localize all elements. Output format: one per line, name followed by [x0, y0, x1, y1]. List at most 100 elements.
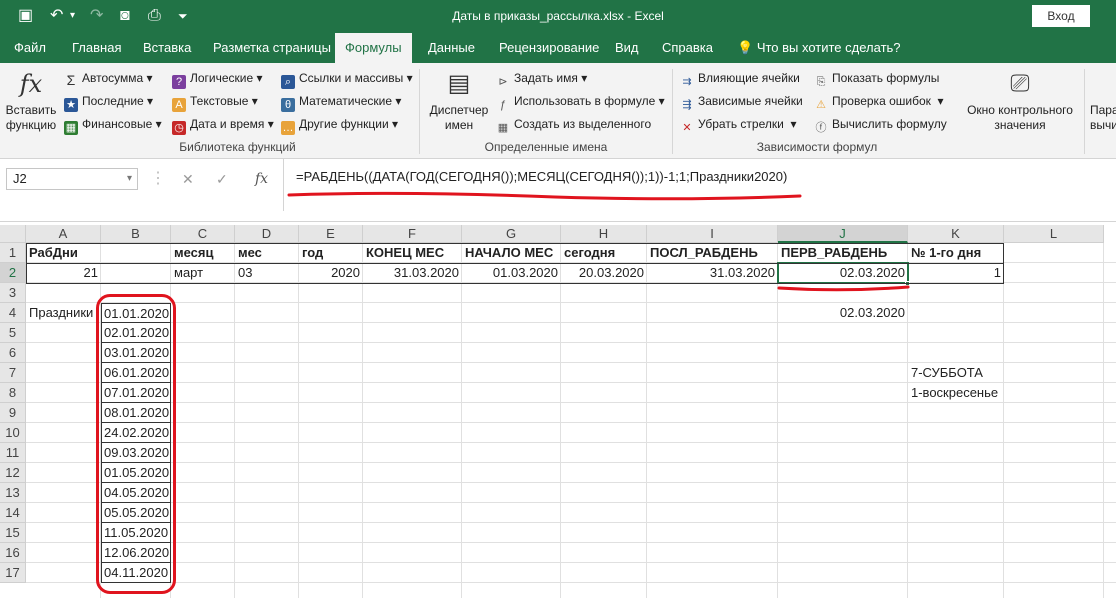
define-name-label: Задать имя	[514, 71, 578, 85]
tab-data[interactable]: Данные	[418, 33, 485, 63]
logical-label: Логические	[190, 71, 254, 85]
text-label: Текстовые	[190, 94, 249, 108]
row-header-11[interactable]: 11	[0, 443, 26, 463]
column-header-G[interactable]: G	[462, 225, 561, 243]
row-header-6[interactable]: 6	[0, 343, 26, 363]
tab-formulas[interactable]: Формулы	[335, 33, 412, 63]
tell-me-box[interactable]: 💡 Что вы хотите сделать?	[727, 33, 911, 63]
row-header-7[interactable]: 7	[0, 363, 26, 383]
lookup-label: Ссылки и массивы	[299, 71, 404, 85]
logical-button[interactable]: ? Логические ▾	[172, 68, 263, 89]
ribbon-tabs: Файл Главная Вставка Разметка страницы Ф…	[0, 33, 1116, 63]
column-header-B[interactable]: B	[101, 225, 171, 243]
error-checking-label: Проверка ошибок	[832, 94, 931, 108]
column-header-E[interactable]: E	[299, 225, 363, 243]
row-header-16[interactable]: 16	[0, 543, 26, 563]
cell-K7[interactable]: 7-СУББОТА	[908, 363, 986, 383]
define-name-button[interactable]: ⊳ Задать имя ▾	[496, 68, 587, 88]
financial-label: Финансовые	[82, 117, 153, 131]
column-header-A[interactable]: A	[26, 225, 101, 243]
row-header-17[interactable]: 17	[0, 563, 26, 583]
cell-J4[interactable]: 02.03.2020	[778, 303, 908, 323]
row-header-3[interactable]: 3	[0, 283, 26, 303]
row-header-2[interactable]: 2	[0, 263, 26, 283]
other-functions-button[interactable]: … Другие функции ▾	[281, 114, 398, 135]
financial-icon: ▦	[64, 121, 78, 135]
error-checking-button[interactable]: ⚠ Проверка ошибок ▾	[814, 91, 944, 111]
watch-window-button[interactable]: ⎚ Окно контрольного значения	[962, 69, 1078, 133]
name-manager-label-1: Диспетчер	[429, 103, 489, 117]
name-manager-button[interactable]: ▤ Диспетчер имен	[424, 69, 494, 133]
gridline-horizontal	[26, 422, 1116, 423]
gridline-horizontal	[26, 442, 1116, 443]
cancel-icon[interactable]: ✕	[182, 168, 194, 190]
row-header-15[interactable]: 15	[0, 523, 26, 543]
datetime-button[interactable]: ◷ Дата и время ▾	[172, 114, 274, 135]
row-header-10[interactable]: 10	[0, 423, 26, 443]
name-manager-icon: ▤	[447, 70, 471, 97]
row-header-4[interactable]: 4	[0, 303, 26, 323]
trace-precedents-button[interactable]: ⇉ Влияющие ячейки	[680, 68, 799, 88]
tab-home[interactable]: Главная	[62, 33, 131, 63]
create-from-selection-button[interactable]: ▦ Создать из выделенного	[496, 114, 651, 134]
column-header-C[interactable]: C	[171, 225, 235, 243]
autosum-button[interactable]: Σ Автосумма ▾	[64, 68, 153, 88]
worksheet-grid: ABCDEFGHIJKL 1 2 3 4 5 6 7 8 9 10 11 12 13 14 15 16 17 Р…	[0, 225, 1116, 598]
recent-button[interactable]: ★ Последние ▾	[64, 91, 153, 112]
column-header-J[interactable]: J	[778, 225, 908, 243]
gridline-horizontal	[26, 542, 1116, 543]
cell-K8[interactable]: 1-воскресенье	[908, 383, 1001, 403]
row-header-8[interactable]: 8	[0, 383, 26, 403]
column-header-I[interactable]: I	[647, 225, 778, 243]
row-header-5[interactable]: 5	[0, 323, 26, 343]
name-box-dropdown-icon[interactable]: ▾	[127, 169, 132, 189]
enter-icon[interactable]: ✓	[216, 168, 228, 190]
evaluate-formula-button[interactable]: ⓕ Вычислить формулу	[814, 114, 947, 134]
gridline-vertical	[777, 243, 778, 598]
tell-me-label: Что вы хотите сделать?	[756, 40, 901, 55]
tab-insert[interactable]: Вставка	[133, 33, 201, 63]
row-header-12[interactable]: 12	[0, 463, 26, 483]
financial-button[interactable]: ▦ Финансовые ▾	[64, 114, 162, 135]
autosum-label: Автосумма	[82, 71, 144, 85]
row-header-13[interactable]: 13	[0, 483, 26, 503]
warning-icon: ⚠	[816, 99, 826, 111]
row-header-14[interactable]: 14	[0, 503, 26, 523]
name-box[interactable]: J2 ▾	[6, 168, 138, 190]
insert-function-icon[interactable]: fx	[255, 168, 268, 190]
select-all-corner[interactable]	[0, 225, 26, 243]
gridline-horizontal	[26, 482, 1116, 483]
tab-page-layout[interactable]: Разметка страницы	[203, 33, 341, 63]
create-from-selection-label: Создать из выделенного	[514, 117, 652, 131]
row-header-1[interactable]: 1	[0, 243, 26, 263]
tab-view[interactable]: Вид	[605, 33, 649, 63]
calculation-options-button[interactable]: Пара вычи	[1090, 103, 1116, 133]
gridline-vertical	[461, 243, 462, 598]
cell-A4[interactable]: Праздники	[26, 303, 96, 323]
show-formulas-button[interactable]: ⎘ Показать формулы	[814, 68, 940, 88]
text-button[interactable]: A Текстовые ▾	[172, 91, 258, 112]
trace-dependents-button[interactable]: ⇶ Зависимые ячейки	[680, 91, 802, 111]
row-header-9[interactable]: 9	[0, 403, 26, 423]
use-in-formula-icon: ƒ	[499, 99, 507, 111]
gridline-vertical	[1103, 243, 1104, 598]
insert-function-label-1: Вставить	[5, 103, 57, 117]
tab-help[interactable]: Справка	[652, 33, 723, 63]
column-header-F[interactable]: F	[363, 225, 462, 243]
formula-input[interactable]: =РАБДЕНЬ((ДАТА(ГОД(СЕГОДНЯ());МЕСЯЦ(СЕГО…	[283, 159, 1116, 211]
login-button[interactable]: Вход	[1032, 5, 1090, 27]
gridline-vertical	[1003, 243, 1004, 598]
gridline-horizontal	[26, 502, 1116, 503]
column-header-D[interactable]: D	[235, 225, 299, 243]
math-button[interactable]: θ Математические ▾	[281, 91, 401, 112]
remove-arrows-button[interactable]: ✕ Убрать стрелки ▾	[680, 114, 796, 134]
insert-function-button[interactable]: fx Вставить функцию	[2, 69, 60, 133]
tab-file[interactable]: Файл	[4, 33, 56, 63]
column-header-K[interactable]: K	[908, 225, 1004, 243]
tab-review[interactable]: Рецензирование	[489, 33, 609, 63]
column-header-H[interactable]: H	[561, 225, 647, 243]
use-in-formula-button[interactable]: ƒ Использовать в формуле ▾	[496, 91, 665, 111]
column-header-L[interactable]: L	[1004, 225, 1104, 243]
lookup-button[interactable]: ⌕ Ссылки и массивы ▾	[281, 68, 413, 89]
create-from-selection-icon: ▦	[497, 122, 509, 134]
